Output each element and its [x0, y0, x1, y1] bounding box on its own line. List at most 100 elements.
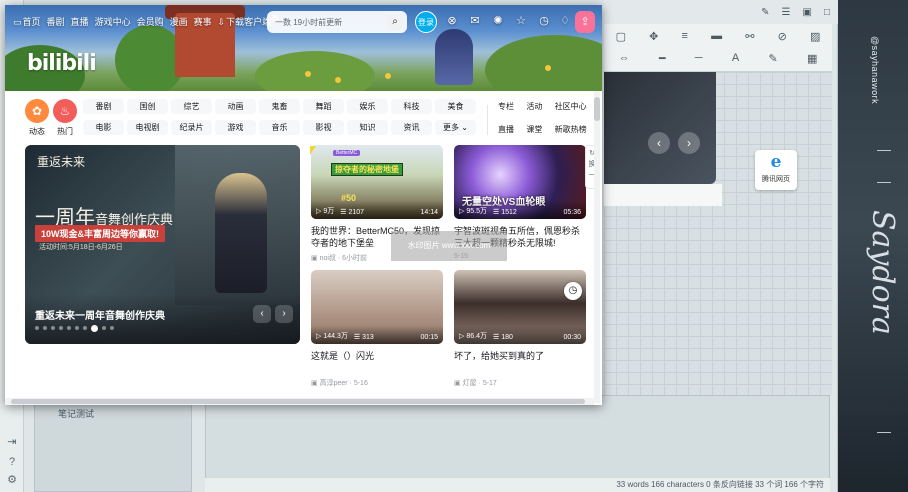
- bilibili-logo[interactable]: bilibili: [27, 51, 97, 76]
- align-icon[interactable]: ≡: [682, 30, 688, 43]
- note-item[interactable]: 笔记测试: [58, 407, 94, 420]
- carousel-dot[interactable]: [75, 326, 79, 330]
- unlink-icon[interactable]: ⊘: [778, 30, 787, 43]
- chip-entertainment[interactable]: 娱乐: [347, 99, 388, 114]
- chip-music[interactable]: 音乐: [259, 120, 300, 135]
- creator-icon[interactable]: ♢: [558, 14, 572, 28]
- carousel-dot[interactable]: [43, 326, 47, 330]
- login-button[interactable]: 登录: [415, 11, 437, 33]
- chip-news[interactable]: 资讯: [391, 120, 432, 135]
- chip-anime[interactable]: 番剧: [83, 99, 124, 114]
- carousel-dot[interactable]: [35, 326, 39, 330]
- image-icon[interactable]: ▨: [810, 30, 820, 43]
- nav-comics[interactable]: 漫画: [170, 15, 188, 28]
- link-new-songs[interactable]: 新歌热榜: [555, 122, 593, 137]
- favorites-icon[interactable]: ☆: [514, 14, 528, 28]
- nav-shop[interactable]: 会员购: [137, 15, 164, 28]
- link-column[interactable]: 专栏: [498, 99, 520, 114]
- settings-icon[interactable]: ⚙: [6, 474, 18, 486]
- carousel-next-button[interactable]: ›: [275, 305, 293, 323]
- link-course[interactable]: 课堂: [526, 122, 548, 137]
- help-icon[interactable]: ?: [6, 456, 18, 468]
- chip-kichiku[interactable]: 鬼畜: [259, 99, 300, 114]
- carousel-dot[interactable]: [102, 326, 106, 330]
- chip-more[interactable]: 更多 ⌄: [435, 120, 476, 135]
- line-icon[interactable]: ━: [659, 52, 666, 65]
- sidebar-toggle-icon[interactable]: ⇥: [6, 436, 18, 448]
- play-icon: ▷: [316, 208, 322, 215]
- link-icon[interactable]: ⚯: [745, 30, 754, 43]
- edit-icon[interactable]: ✎: [761, 7, 769, 18]
- nav-anime[interactable]: 番剧: [47, 15, 65, 28]
- carousel-dot-active[interactable]: [91, 324, 98, 332]
- video-meta[interactable]: ▣ 灯屋 · 5-17: [454, 378, 586, 388]
- chip-animation[interactable]: 动画: [215, 99, 256, 114]
- nav-game-center[interactable]: 游戏中心: [95, 15, 131, 28]
- carousel-dot[interactable]: [83, 326, 87, 330]
- pen-icon[interactable]: ✎: [768, 52, 777, 65]
- chip-documentary[interactable]: 纪录片: [171, 120, 212, 135]
- link-activity[interactable]: 活动: [526, 99, 548, 114]
- watch-later-button[interactable]: ◷: [564, 282, 582, 300]
- promo-carousel[interactable]: 重返未来 一周年音舞创作庆典 10W现金&丰富周边等你赢取! 活动时间:5月18…: [25, 145, 300, 344]
- video-thumbnail[interactable]: ▷ 144.3万 ☰ 313 00:15: [311, 270, 443, 344]
- chip-tv[interactable]: 电视剧: [127, 120, 168, 135]
- search-icon[interactable]: ⌕: [387, 14, 403, 30]
- chip-game[interactable]: 游戏: [215, 120, 256, 135]
- chip-film[interactable]: 影视: [303, 120, 344, 135]
- video-card[interactable]: ▷ 144.3万 ☰ 313 00:15 这就是（）闪光 ▣ 高淳peer · …: [311, 270, 443, 388]
- list-icon[interactable]: ☰: [782, 7, 791, 18]
- nav-esports[interactable]: 赛事: [194, 15, 212, 28]
- carousel-caption[interactable]: 重返未来一周年音舞创作庆典: [35, 307, 165, 322]
- nav-home[interactable]: ▭首页: [13, 15, 41, 28]
- image-card[interactable]: ‹ ›: [604, 72, 716, 184]
- chip-movie[interactable]: 电影: [83, 120, 124, 135]
- video-title[interactable]: 坏了，给她买到真的了: [454, 350, 586, 374]
- video-card[interactable]: ◷ ▷ 86.4万 ☰ 180 00:30 坏了，给她买到真的了 ▣ 灯屋 · …: [454, 270, 586, 388]
- message-icon[interactable]: ✉: [468, 14, 482, 28]
- text-icon[interactable]: A: [732, 52, 739, 65]
- frame-icon[interactable]: ▢: [616, 30, 626, 43]
- chip-variety[interactable]: 综艺: [171, 99, 212, 114]
- arrows-icon[interactable]: ⇔: [619, 52, 630, 65]
- carousel-prev-button[interactable]: ‹: [253, 305, 271, 323]
- maximize-icon[interactable]: □: [824, 7, 830, 18]
- card-footer: [604, 184, 722, 206]
- vertical-scrollbar[interactable]: [594, 91, 600, 403]
- dynamic-feed-button[interactable]: ✿: [25, 99, 49, 123]
- vertical-scroll-thumb[interactable]: [594, 97, 600, 121]
- prev-arrow-icon[interactable]: ‹: [648, 132, 670, 154]
- bar-icon[interactable]: ▬: [711, 30, 722, 43]
- membership-icon[interactable]: ⊗: [445, 14, 459, 28]
- trending-button[interactable]: ♨: [53, 99, 77, 123]
- browser-shortcut[interactable]: e 腾讯网页: [755, 150, 797, 190]
- video-meta[interactable]: ▣ 高淳peer · 5-16: [311, 378, 443, 388]
- search-input[interactable]: [275, 17, 387, 27]
- video-thumbnail[interactable]: BetterMC 掠夺者的秘密地堡 #50 ▷ 9万 ☰ 2107 14:14: [311, 145, 443, 219]
- link-community[interactable]: 社区中心: [555, 99, 593, 114]
- video-thumbnail[interactable]: ◷ ▷ 86.4万 ☰ 180 00:30: [454, 270, 586, 344]
- video-title[interactable]: 这就是（）闪光: [311, 350, 443, 374]
- chip-dance[interactable]: 舞蹈: [303, 99, 344, 114]
- video-thumbnail[interactable]: 无量空处VS血轮眼 ▷ 95.5万 ☰ 1512 05:36: [454, 145, 586, 219]
- stroke-icon[interactable]: ─: [695, 52, 703, 65]
- nav-live[interactable]: 直播: [71, 15, 89, 28]
- banner-flower: [385, 73, 391, 79]
- grid-icon[interactable]: ▦: [807, 52, 817, 65]
- move-icon[interactable]: ✥: [649, 30, 658, 43]
- next-arrow-icon[interactable]: ›: [678, 132, 700, 154]
- dynamic-icon[interactable]: ✺: [491, 14, 505, 28]
- carousel-dot[interactable]: [51, 326, 55, 330]
- carousel-dot[interactable]: [59, 326, 63, 330]
- horizontal-scroll-thumb[interactable]: [11, 399, 585, 404]
- upload-button[interactable]: ⇪: [575, 11, 595, 33]
- chip-knowledge[interactable]: 知识: [347, 120, 388, 135]
- history-icon[interactable]: ◷: [537, 14, 551, 28]
- chip-guochuang[interactable]: 国创: [127, 99, 168, 114]
- carousel-dot[interactable]: [110, 326, 114, 330]
- split-icon[interactable]: ▣: [803, 7, 812, 18]
- carousel-dot[interactable]: [67, 326, 71, 330]
- chip-food[interactable]: 美食: [435, 99, 476, 114]
- chip-tech[interactable]: 科技: [391, 99, 432, 114]
- link-live[interactable]: 直播: [498, 122, 520, 137]
